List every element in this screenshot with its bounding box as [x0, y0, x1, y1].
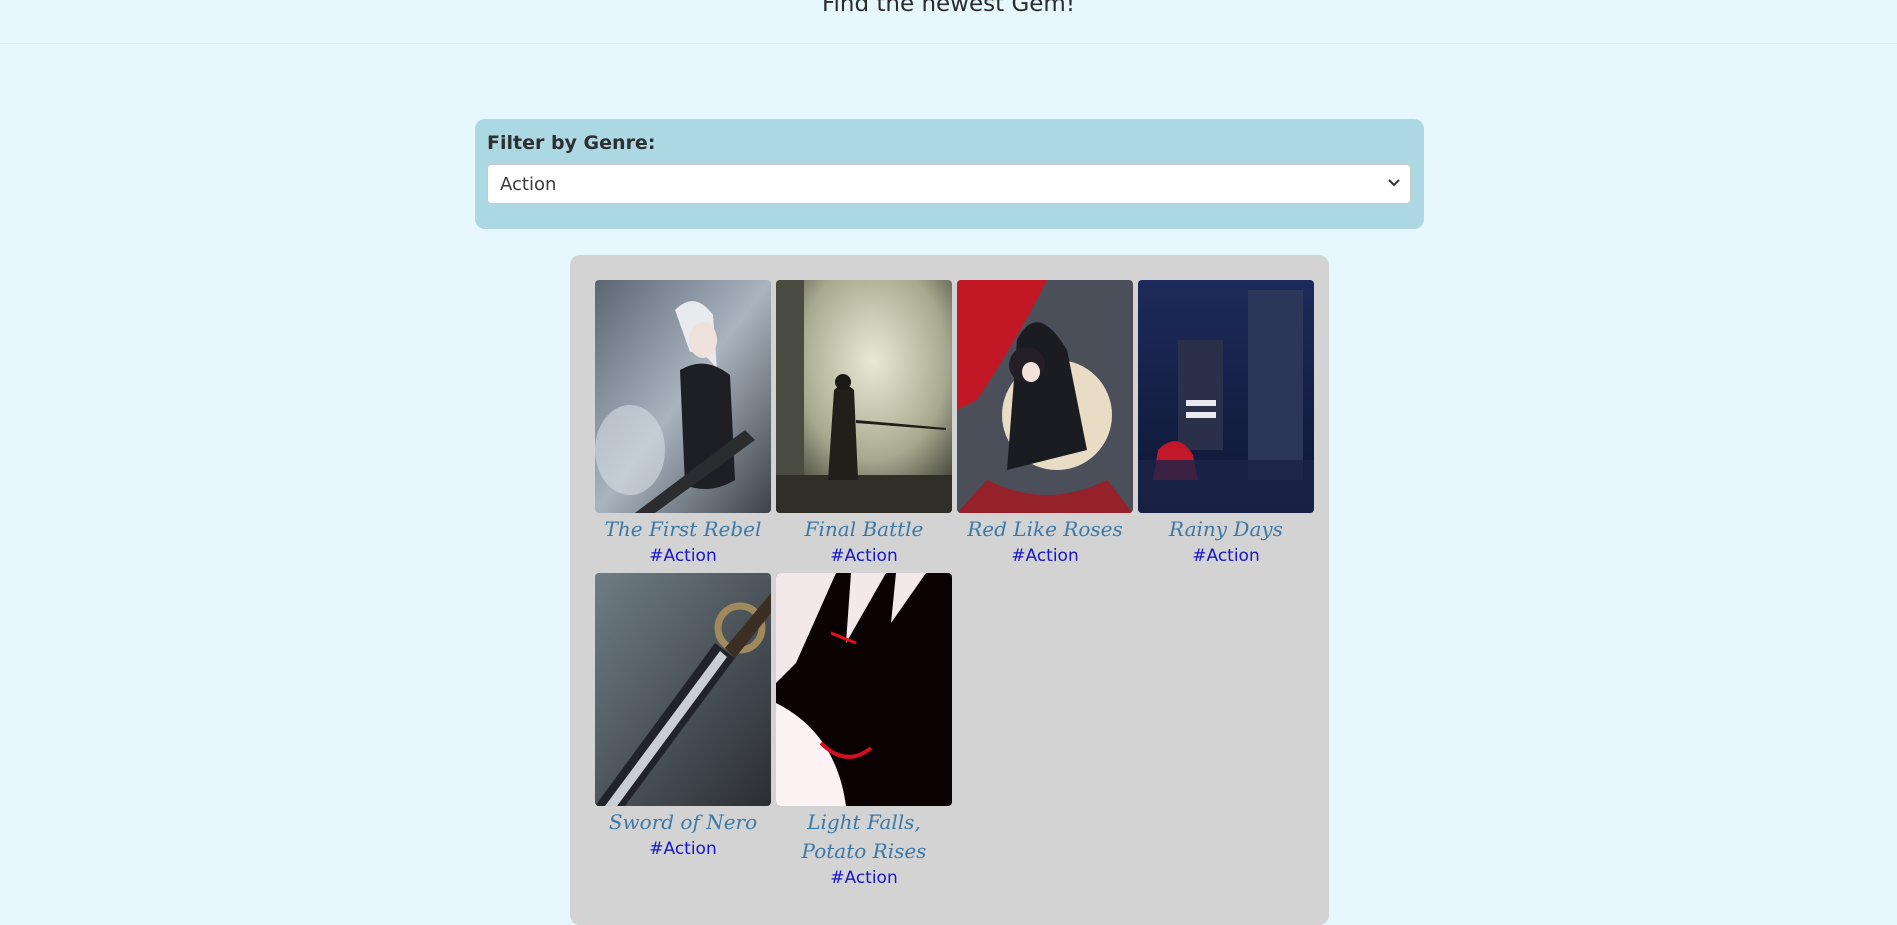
genre-tag[interactable]: #Action: [776, 866, 952, 890]
filter-label: Filter by Genre:: [487, 132, 656, 154]
book-title[interactable]: Sword of Nero: [595, 808, 771, 837]
book-card[interactable]: Light Falls, Potato Rises #Action: [776, 573, 952, 890]
book-cover-image: [957, 280, 1133, 513]
genre-tag[interactable]: #Action: [957, 544, 1133, 568]
genre-select[interactable]: Action: [487, 164, 1411, 204]
book-card[interactable]: Red Like Roses #Action: [957, 280, 1133, 568]
genre-tag[interactable]: #Action: [1138, 544, 1314, 568]
book-gallery: The First Rebel #Action Final Battle #Ac…: [570, 255, 1329, 925]
page-tagline: Find the newest Gem!: [821, 0, 1076, 17]
genre-filter-panel: Filter by Genre: Action: [475, 119, 1424, 229]
book-title[interactable]: Final Battle: [776, 515, 952, 544]
genre-tag[interactable]: #Action: [595, 837, 771, 861]
book-title[interactable]: Rainy Days: [1138, 515, 1314, 544]
book-card[interactable]: Final Battle #Action: [776, 280, 952, 568]
book-cover-image: [595, 573, 771, 806]
genre-select-value: Action: [500, 174, 557, 195]
book-cover-image: [1138, 280, 1314, 513]
genre-tag[interactable]: #Action: [776, 544, 952, 568]
book-card[interactable]: Sword of Nero #Action: [595, 573, 771, 861]
book-title[interactable]: Light Falls, Potato Rises: [776, 808, 952, 866]
book-card[interactable]: The First Rebel #Action: [595, 280, 771, 568]
book-cover-image: [595, 280, 771, 513]
book-cover-image: [776, 280, 952, 513]
book-card[interactable]: Rainy Days #Action: [1138, 280, 1314, 568]
genre-tag[interactable]: #Action: [595, 544, 771, 568]
book-cover-image: [776, 573, 952, 806]
book-title[interactable]: The First Rebel: [595, 515, 771, 544]
top-header: Find the newest Gem!: [0, 0, 1897, 44]
chevron-down-icon: [1388, 179, 1400, 187]
book-title[interactable]: Red Like Roses: [957, 515, 1133, 544]
